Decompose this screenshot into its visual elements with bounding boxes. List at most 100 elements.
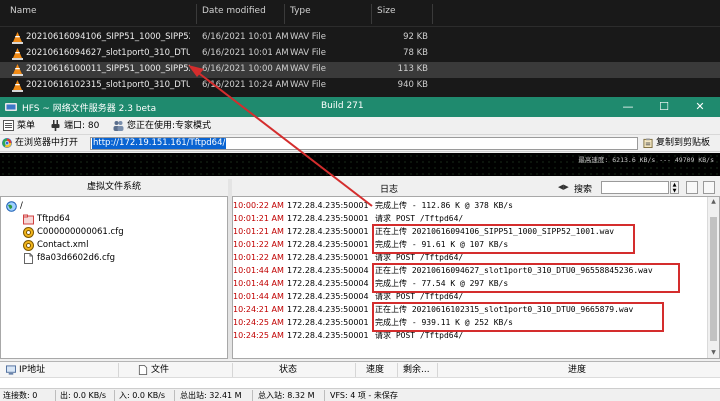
column-speed[interactable]: 速度: [366, 364, 384, 376]
status-connections: 连接数: 0: [3, 391, 38, 400]
vlc-file-icon: [12, 80, 23, 92]
vfs-tree[interactable]: / Tftpd64 C000000000061.cfg Contact.xml …: [0, 196, 228, 359]
log-scrollbar[interactable]: ▲ ▼: [707, 197, 719, 358]
log-address: 172.28.4.235:50001: [287, 201, 369, 210]
column-header-type[interactable]: Type: [290, 6, 311, 22]
log-time: 10:01:44 AM: [233, 279, 284, 288]
column-remaining[interactable]: 剩余...: [403, 364, 430, 376]
file-date: 6/16/2021 10:01 AM: [202, 48, 289, 58]
tree-node-label: Contact.xml: [37, 240, 89, 250]
column-header-name[interactable]: Name: [10, 6, 37, 22]
column-separator[interactable]: [355, 363, 356, 377]
status-separator: [324, 390, 325, 401]
column-separator[interactable]: [432, 4, 433, 24]
tree-node-label: /: [20, 201, 23, 211]
search-input[interactable]: [601, 181, 669, 194]
log-time: 10:24:21 AM: [233, 305, 284, 314]
highlight-box-upload-1: [372, 224, 635, 254]
column-separator[interactable]: [397, 363, 398, 377]
file-icon: [138, 364, 148, 375]
column-progress[interactable]: 进度: [568, 364, 586, 376]
status-in-speed: 入: 0.0 KB/s: [119, 391, 166, 400]
virtual-file-system-panel: 虚拟文件系统 / Tftpd64 C000000000061.cfg Conta…: [0, 179, 228, 359]
status-separator: [55, 390, 56, 401]
vlc-file-icon: [12, 64, 23, 76]
copy-to-clipboard-button[interactable]: 复制到剪贴板: [643, 137, 710, 150]
column-separator[interactable]: [118, 363, 119, 377]
toolbar: 菜单 端口: 80 您正在使用:专家模式: [0, 117, 720, 135]
status-separator: [252, 390, 253, 401]
log-address: 172.28.4.235:50001: [287, 214, 369, 223]
log-option-button[interactable]: [703, 181, 715, 194]
highlight-box-upload-2: [372, 263, 680, 293]
file-name: 20210616094106_SIPP51_1000_SIPP52_1000..…: [26, 32, 190, 42]
menu-label: 菜单: [17, 121, 36, 131]
log-address: 172.28.4.235:50001: [287, 253, 369, 262]
file-row[interactable]: 20210616102315_slot1port0_310_DTU0_96...…: [0, 78, 720, 94]
log-list[interactable]: 10:00:22 AM 172.28.4.235:50001 完成上传 - 112.…: [232, 196, 720, 359]
file-name: 20210616100011_SIPP51_1000_SIPP52_100...: [26, 64, 190, 74]
hfs-app-icon: [5, 103, 17, 111]
close-button[interactable]: ✕: [684, 97, 716, 117]
max-speed-label: 最高速度: 6213.6 KB/s --- 49709 KB/s: [578, 156, 714, 164]
scroll-up-icon[interactable]: ▲: [708, 197, 719, 207]
search-options-arrow-icon[interactable]: ◀▶: [558, 183, 569, 192]
port-button[interactable]: 端口: 80: [50, 119, 99, 133]
minimize-button[interactable]: —: [612, 97, 644, 117]
file-row-selected[interactable]: 20210616100011_SIPP51_1000_SIPP52_100...…: [0, 62, 720, 78]
status-total-out: 总出站: 32.41 M: [180, 391, 242, 400]
file-row[interactable]: 20210616094106_SIPP51_1000_SIPP52_1000..…: [0, 30, 720, 46]
log-time: 10:00:22 AM: [233, 201, 284, 210]
status-out-speed: 出: 0.0 KB/s: [60, 391, 107, 400]
menu-icon: [3, 120, 14, 131]
window-title-bar[interactable]: HFS ~ 网络文件服务器 2.3 beta Build 271 — ☐ ✕: [0, 97, 720, 117]
column-separator[interactable]: [437, 363, 438, 377]
column-separator[interactable]: [232, 363, 233, 377]
column-header-date[interactable]: Date modified: [202, 6, 266, 22]
log-address: 172.28.4.235:50001: [287, 240, 369, 249]
highlight-box-upload-3: [372, 302, 664, 332]
column-separator[interactable]: [371, 4, 372, 24]
file-size: 940 KB: [397, 80, 428, 90]
file-size: 78 KB: [403, 48, 428, 58]
column-status[interactable]: 状态: [279, 364, 297, 376]
column-separator[interactable]: [196, 4, 197, 24]
log-address: 172.28.4.235:50001: [287, 305, 369, 314]
file-type: WAV File: [290, 32, 326, 42]
maximize-button[interactable]: ☐: [648, 97, 680, 117]
url-field[interactable]: http://172.19.151.161/Tftpd64/: [90, 137, 638, 150]
log-row[interactable]: 10:00:22 AM 172.28.4.235:50001 完成上传 - 112.…: [233, 200, 703, 212]
mode-button[interactable]: 您正在使用:专家模式: [113, 119, 211, 133]
log-option-button[interactable]: [686, 181, 698, 194]
mode-label: 您正在使用:专家模式: [127, 121, 212, 131]
file-size: 92 KB: [403, 32, 428, 42]
search-label: 搜索: [574, 185, 593, 195]
file-row[interactable]: 20210616094627_slot1port0_310_DTU0_96...…: [0, 46, 720, 62]
column-separator[interactable]: [284, 4, 285, 24]
column-file[interactable]: 文件: [138, 364, 169, 376]
file-type: WAV File: [290, 48, 326, 58]
column-header-size[interactable]: Size: [377, 6, 395, 22]
log-address: 172.28.4.235:50004: [287, 266, 369, 275]
file-date: 6/16/2021 10:00 AM: [202, 64, 289, 74]
scroll-down-icon[interactable]: ▼: [708, 348, 719, 358]
search-spin-icon[interactable]: ▲ ▼: [670, 181, 679, 194]
file-date: 6/16/2021 10:01 AM: [202, 32, 289, 42]
header-divider: [0, 26, 720, 27]
connections-table: IP地址 文件 状态 速度 剩余... 进度: [0, 361, 720, 388]
file-icon: [24, 253, 33, 264]
log-address: 172.28.4.235:50004: [287, 292, 369, 301]
vlc-file-icon: [12, 32, 23, 44]
status-bar: 连接数: 0 出: 0.0 KB/s 入: 0.0 KB/s 总出站: 32.4…: [0, 388, 720, 401]
open-in-browser-button[interactable]: 在浏览器中打开: [2, 137, 78, 150]
scrollbar-thumb[interactable]: [710, 217, 717, 341]
log-address: 172.28.4.235:50001: [287, 227, 369, 236]
log-panel: 日志 ◀▶ 搜索 ▲ ▼ 10:00:22 AM 172.28.4.235:5000…: [232, 179, 720, 359]
column-ip[interactable]: IP地址: [6, 364, 45, 376]
url-text: http://172.19.151.161/Tftpd64/: [92, 138, 227, 149]
file-type: WAV File: [290, 80, 326, 90]
copy-label: 复制到剪贴板: [656, 138, 711, 148]
status-vfs: VFS: 4 项 - 未保存: [330, 391, 398, 400]
log-time: 10:01:22 AM: [233, 240, 284, 249]
menu-button[interactable]: 菜单: [3, 119, 35, 133]
